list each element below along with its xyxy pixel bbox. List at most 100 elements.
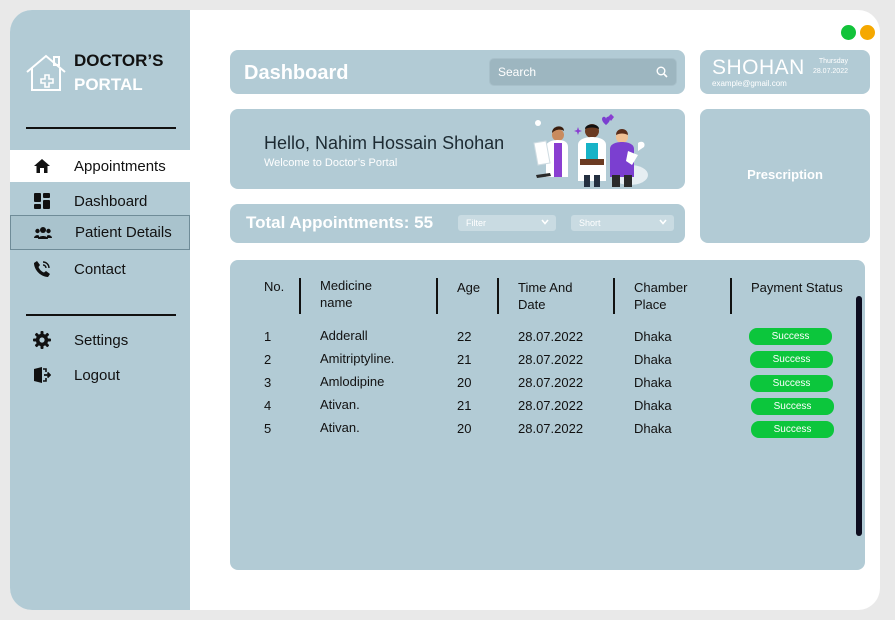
user-email: example@gmail.com <box>712 79 787 88</box>
app-window: DOCTOR’S PORTAL Appointments Dashboard P… <box>10 10 880 610</box>
cell-place: Dhaka <box>634 421 672 436</box>
cell-age: 20 <box>457 421 472 436</box>
sidebar-item-dashboard[interactable]: Dashboard <box>10 185 190 217</box>
search-icon[interactable] <box>656 66 668 78</box>
sidebar-item-appointments[interactable]: Appointments <box>10 150 190 182</box>
total-appointments-count: 55 <box>414 213 434 232</box>
status-badge: Success <box>751 398 834 415</box>
column-divider <box>299 278 301 314</box>
status-badge: Success <box>750 375 833 392</box>
column-divider <box>613 278 615 314</box>
total-appointments-bar: Total Appointments: 55 Filter Short <box>230 204 685 243</box>
cell-date: 28.07.2022 <box>518 398 584 413</box>
sidebar-item-patient-details[interactable]: Patient Details <box>10 215 190 250</box>
sort-dropdown-label: Short <box>579 218 601 228</box>
cell-date: 28.07.2022 <box>518 375 584 390</box>
column-header-no: No. <box>264 279 285 294</box>
sidebar: DOCTOR’S PORTAL Appointments Dashboard P… <box>10 10 190 610</box>
logout-icon <box>10 367 74 383</box>
cell-medicine: Ativan. <box>320 397 360 412</box>
logo-title-line1: DOCTOR’S <box>74 51 164 70</box>
chevron-down-icon <box>659 219 667 225</box>
sidebar-item-label: Settings <box>74 331 129 349</box>
house-logo-icon <box>26 54 66 91</box>
cell-date: 28.07.2022 <box>518 329 584 344</box>
cell-place: Dhaka <box>634 375 672 390</box>
column-header-time-line1: Time And <box>518 280 573 295</box>
user-name: SHOHAN <box>712 56 805 79</box>
sidebar-item-label: Patient Details <box>75 224 172 241</box>
dashboard-icon <box>10 193 74 209</box>
column-header-chamber-line1: Chamber <box>634 280 688 295</box>
cell-place: Dhaka <box>634 398 672 413</box>
sidebar-item-settings[interactable]: Settings <box>10 324 190 356</box>
cell-date: 28.07.2022 <box>518 352 584 367</box>
app-logo: DOCTOR’S PORTAL <box>24 50 184 100</box>
sidebar-item-label: Logout <box>74 366 120 384</box>
cell-no: 2 <box>264 352 272 367</box>
doctors-illustration <box>533 114 648 187</box>
cell-medicine: Adderall <box>320 328 368 343</box>
column-header-age: Age <box>457 280 481 295</box>
sidebar-divider-top <box>26 127 176 129</box>
cell-place: Dhaka <box>634 352 672 367</box>
column-header-medicine-line2: name <box>320 295 353 310</box>
prescription-card[interactable]: Prescription <box>700 109 870 243</box>
users-icon <box>11 226 75 240</box>
column-header-chamber: Chamber Place <box>634 279 687 313</box>
search-placeholder: Search <box>498 65 537 79</box>
current-day: Thursday <box>818 58 848 65</box>
cell-place: Dhaka <box>634 329 672 344</box>
sidebar-item-label: Contact <box>74 260 126 278</box>
cell-medicine: Amitriptyline. <box>320 351 395 366</box>
cell-age: 21 <box>457 398 472 413</box>
cell-age: 21 <box>457 352 472 367</box>
cell-age: 22 <box>457 329 472 344</box>
window-green-button[interactable] <box>841 25 856 40</box>
logo-title-line2: PORTAL <box>74 75 143 94</box>
page-title: Dashboard <box>244 62 349 84</box>
chevron-down-icon <box>541 219 549 225</box>
column-divider <box>730 278 732 314</box>
prescription-label: Prescription <box>747 167 823 182</box>
sort-dropdown[interactable]: Short <box>571 215 674 231</box>
column-divider <box>497 278 499 314</box>
total-appointments-label: Total Appointments: <box>246 213 410 232</box>
column-header-payment-status: Payment Status <box>751 280 843 295</box>
cell-no: 4 <box>264 398 272 413</box>
greeting-text: Hello, Nahim Hossain Shohan <box>264 133 505 153</box>
table-scrollbar[interactable] <box>856 296 862 536</box>
filter-dropdown-label: Filter <box>466 218 486 228</box>
cell-age: 20 <box>457 375 472 390</box>
column-header-medicine-line1: Medicine <box>320 278 373 293</box>
window-orange-button[interactable] <box>860 25 875 40</box>
sidebar-item-contact[interactable]: Contact <box>10 253 190 285</box>
search-input[interactable]: Search <box>489 58 677 86</box>
sidebar-divider-bottom <box>26 314 176 316</box>
sidebar-item-label: Appointments <box>74 157 166 175</box>
cell-medicine: Ativan. <box>320 420 360 435</box>
column-header-medicine: Medicine name <box>320 277 372 311</box>
header-bar: Dashboard Search <box>230 50 685 94</box>
gear-icon <box>10 331 74 349</box>
cell-date: 28.07.2022 <box>518 421 584 436</box>
phone-icon <box>10 260 74 278</box>
welcome-subtitle: Welcome to Doctor’s Portal <box>264 157 398 169</box>
user-card: SHOHAN example@gmail.com Thursday 28.07.… <box>700 50 870 94</box>
sidebar-item-logout[interactable]: Logout <box>10 359 190 391</box>
cell-no: 1 <box>264 329 272 344</box>
cell-no: 5 <box>264 421 272 436</box>
status-badge: Success <box>751 421 834 438</box>
column-header-time-date: Time And Date <box>518 279 572 313</box>
sidebar-item-label: Dashboard <box>74 192 148 210</box>
cell-no: 3 <box>264 375 272 390</box>
welcome-card: Hello, Nahim Hossain Shohan Welcome to D… <box>230 109 685 189</box>
status-badge: Success <box>749 328 832 345</box>
filter-dropdown[interactable]: Filter <box>458 215 556 231</box>
home-icon <box>10 158 74 174</box>
current-date: 28.07.2022 <box>812 68 848 75</box>
cell-medicine: Amlodipine <box>320 374 385 389</box>
column-divider <box>436 278 438 314</box>
total-appointments: Total Appointments: 55 <box>246 213 433 233</box>
appointments-table: No. Medicine name Age Time And Date Cham… <box>230 260 865 570</box>
